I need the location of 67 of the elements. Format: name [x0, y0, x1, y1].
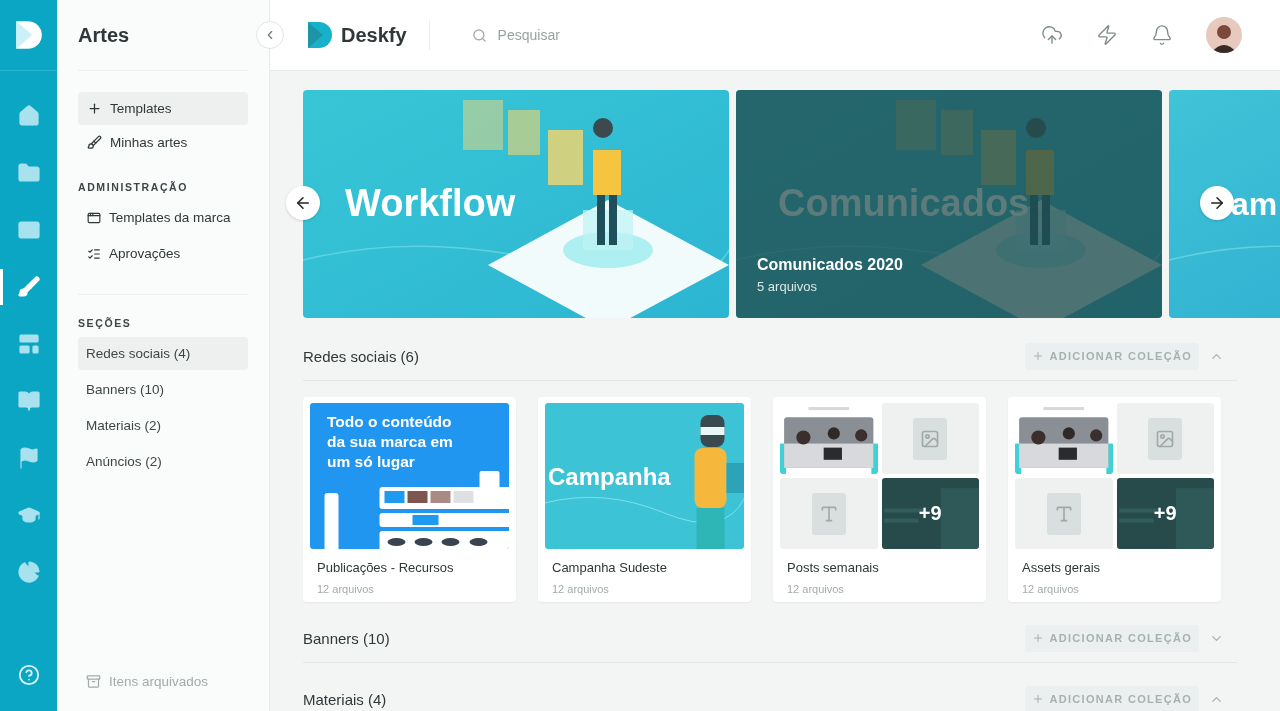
collection-title: Posts semanais [787, 560, 880, 575]
sidebar-item[interactable]: Templates [78, 92, 248, 125]
sidebar-item[interactable]: Redes sociais (4) [78, 337, 248, 370]
section-title: Banners (10) [303, 629, 390, 647]
sidebar-item[interactable]: Materiais (2) [78, 409, 248, 442]
image-icon [1155, 428, 1176, 449]
archive-icon [86, 674, 101, 689]
banner-headline: Comunicados [778, 182, 1030, 225]
section-heading: ADMINISTRAÇÃO [78, 181, 190, 193]
plus-icon [1031, 693, 1044, 705]
list-icon [87, 246, 101, 261]
thumbnail-headline: Campanha [548, 463, 671, 491]
file-count: 12 arquivos [552, 583, 610, 595]
plus-icon [1031, 632, 1044, 644]
section-heading: SEÇÕES [78, 317, 133, 329]
cloud-upload-icon [1041, 24, 1063, 46]
help-icon [17, 664, 40, 686]
thumbnail-headline: Todo o conteúdo da sua marca em um só lugar [327, 412, 454, 472]
brush-icon [16, 275, 41, 299]
toolbar-button[interactable] [1096, 24, 1118, 46]
sidebar-item[interactable]: Templates da marca [78, 201, 248, 234]
table-icon [87, 210, 101, 225]
collapse-button[interactable] [256, 21, 284, 49]
sidebar-item[interactable]: Minhas artes [78, 126, 248, 159]
collection-title: Publicações - Recursos [317, 560, 455, 575]
folder-icon [16, 161, 41, 185]
collection-title: Assets gerais [1022, 560, 1102, 575]
avatar[interactable] [1206, 17, 1242, 53]
section-title: Materiais (4) [303, 690, 387, 708]
toolbar-button[interactable] [1151, 24, 1173, 46]
lightning-icon [1096, 24, 1118, 46]
collection-card[interactable]: +9 Posts semanais 12 arquivos [773, 397, 986, 602]
banner-card[interactable]: Comunicados Comunicados 2020 5 arquivos [736, 90, 1162, 318]
section-title: Redes sociais (6) [303, 347, 419, 365]
sidebar-item[interactable]: Banners (10) [78, 373, 248, 406]
brush-icon [87, 135, 102, 150]
logo-icon [305, 20, 335, 50]
collection-title: Comunicados 2020 [757, 256, 903, 274]
sidebar-item[interactable]: Aprovações [78, 237, 248, 270]
file-count: 5 arquivos [757, 279, 818, 294]
file-count: 12 arquivos [317, 583, 375, 595]
bell-icon [1151, 24, 1173, 46]
panel-title: Artes [78, 0, 248, 71]
file-count: 12 arquivos [787, 583, 845, 595]
collection-card[interactable]: Todo o conteúdo da sua marca em um só lugar Publicações - Recursos 12 arquivos [303, 397, 516, 602]
collection-title: Campanha Sudeste [552, 560, 668, 575]
file-count: 12 arquivos [1022, 583, 1080, 595]
plus-icon [87, 101, 102, 116]
book-icon [16, 389, 41, 413]
banner-headline: Workflow [345, 182, 516, 225]
banner-headline: am [1231, 186, 1278, 223]
search-icon [471, 27, 487, 43]
search-field[interactable]: Pesquisar [495, 26, 696, 44]
more-count: +9 [1153, 502, 1177, 525]
image-icon [920, 428, 941, 449]
layout-icon [16, 332, 41, 356]
previous-button[interactable] [286, 186, 320, 220]
sidebar-item[interactable]: Anúncios (2) [78, 445, 248, 478]
home-icon [16, 104, 41, 128]
plus-icon [1031, 350, 1044, 362]
collection-card[interactable]: Campanha Campanha Sudeste 12 arquivos [538, 397, 751, 602]
toolbar-button[interactable] [1041, 24, 1063, 46]
pie-chart-icon [16, 560, 41, 584]
more-count: +9 [918, 502, 942, 525]
collection-card[interactable]: +9 Assets gerais 12 arquivos [1008, 397, 1221, 602]
brand-name: Deskfy [341, 23, 407, 47]
arrow-right-icon [1208, 194, 1226, 212]
